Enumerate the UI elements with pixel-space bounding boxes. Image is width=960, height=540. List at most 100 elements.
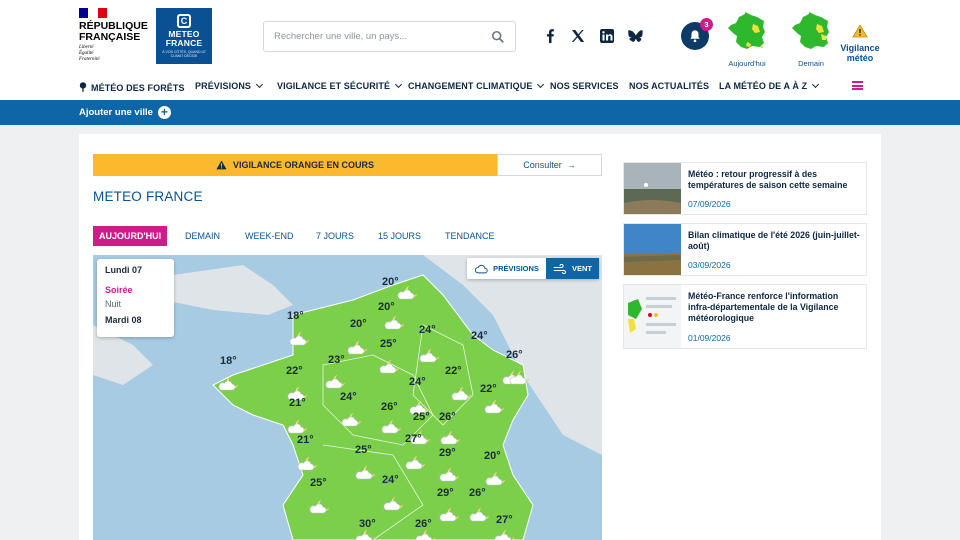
moon-cloud-icon	[439, 428, 463, 446]
tab-week-end[interactable]: WEEK-END	[239, 226, 300, 246]
nav-changement-climatique[interactable]: Changement climatique	[408, 80, 545, 91]
linkedin-icon[interactable]	[599, 28, 615, 44]
nav-previsions[interactable]: Prévisions	[195, 80, 264, 91]
temperature-label: 20°	[378, 301, 395, 313]
tab-demain[interactable]: DEMAIN	[179, 226, 226, 246]
temperature-label: 27°	[405, 433, 422, 445]
add-city-label: Ajouter une ville	[79, 107, 153, 118]
temperature-label: 20°	[484, 450, 501, 462]
wind-icon	[553, 263, 566, 274]
toggle-vent-button[interactable]: VENT	[546, 258, 599, 279]
moon-cloud-icon	[382, 494, 406, 512]
news-title: Météo-France renforce l'information infr…	[688, 291, 839, 323]
temperature-label: 20°	[382, 276, 399, 288]
day-label-tomorrow[interactable]: Mardi 08	[105, 315, 166, 325]
rf-motto: Liberté Égalité Fraternité	[79, 45, 100, 62]
vigilance-map-tomorrow-label: Demain	[798, 59, 824, 68]
nav-meteo-a-z[interactable]: La météo de A à Z	[719, 80, 820, 91]
news-date: 07/09/2026	[688, 199, 731, 209]
news-card-1[interactable]: Météo : retour progressif à des températ…	[623, 162, 867, 215]
news-date: 01/09/2026	[688, 333, 731, 343]
news-card-2[interactable]: Bilan climatique de l'été 2026 (juin-jui…	[623, 223, 867, 276]
facebook-icon[interactable]	[542, 28, 558, 44]
news-title: Météo : retour progressif à des températ…	[688, 169, 848, 190]
temperature-label: 24°	[409, 376, 426, 388]
period-nuit[interactable]: Nuit	[105, 299, 166, 309]
tree-icon	[79, 82, 87, 92]
vigilance-map-today-label: Aujourd'hui	[728, 59, 766, 68]
tab-7-jours[interactable]: 7 JOURS	[310, 226, 360, 246]
plus-icon: +	[157, 106, 171, 119]
mf-name: METEO FRANCE	[165, 29, 203, 48]
toggle-previsions-button[interactable]: PRÉVISIONS	[467, 258, 546, 279]
moon-cloud-icon	[483, 397, 507, 415]
search-box	[263, 21, 516, 52]
consult-button[interactable]: Consulter →	[497, 154, 602, 176]
chevron-down-icon	[255, 80, 264, 89]
temperature-label: 25°	[310, 477, 327, 489]
vigilance-meteo-link[interactable]: Vigilance météo	[836, 24, 884, 63]
search-input[interactable]	[264, 22, 474, 51]
hamburger-menu-icon[interactable]	[852, 81, 863, 90]
moon-cloud-icon	[438, 505, 462, 523]
tab-tendance[interactable]: TENDANCE	[439, 226, 501, 246]
temperature-label: 29°	[439, 447, 456, 459]
vigilance-map-tomorrow[interactable]	[787, 10, 835, 56]
temperature-label: 27°	[496, 514, 513, 526]
chevron-down-icon	[537, 80, 545, 89]
moon-cloud-icon	[468, 505, 492, 523]
news-thumbnail	[624, 163, 681, 214]
bluesky-icon[interactable]	[628, 28, 644, 44]
period-soiree[interactable]: Soirée	[105, 285, 166, 295]
temperature-label: 26°	[506, 349, 523, 361]
news-thumbnail	[624, 285, 681, 348]
temperature-label: 24°	[340, 391, 357, 403]
nav-vigilance-securite[interactable]: Vigilance et sécurité	[277, 80, 403, 91]
map-mode-toggle: PRÉVISIONS VENT	[467, 258, 599, 279]
vigilance-banner[interactable]: VIGILANCE ORANGE EN COURS	[93, 154, 497, 176]
nav-nos-services[interactable]: Nos services	[550, 81, 619, 91]
moon-cloud-icon	[484, 469, 508, 487]
temperature-label: 25°	[355, 444, 372, 456]
chevron-down-icon	[395, 80, 403, 89]
temperature-label: 29°	[437, 487, 454, 499]
nav-label: Nos services	[550, 81, 619, 91]
moon-cloud-icon	[508, 368, 532, 386]
notification-count-badge: 3	[700, 18, 713, 31]
temperature-label: 26°	[415, 518, 432, 530]
x-icon[interactable]	[570, 28, 586, 44]
add-city-button[interactable]: Ajouter une ville +	[79, 106, 171, 119]
chevron-down-icon	[812, 80, 820, 89]
nav-nos-actualites[interactable]: Nos actualités	[629, 81, 709, 91]
tab-aujourdhui[interactable]: AUJOURD'HUI	[93, 226, 168, 246]
cloud-icon	[474, 264, 488, 273]
news-date: 03/09/2026	[688, 260, 731, 270]
main-nav: Météo des forêts Prévisions Vigilance et…	[0, 74, 960, 99]
moon-cloud-icon	[396, 283, 420, 301]
temperature-label: 24°	[382, 474, 399, 486]
republique-francaise-logo[interactable]: République Française Liberté Égalité Frate…	[79, 8, 149, 68]
temperature-label: 26°	[469, 487, 486, 499]
arrow-right-icon: →	[566, 160, 576, 170]
temperature-label: 22°	[480, 383, 497, 395]
vigilance-map-today[interactable]	[723, 10, 771, 56]
news-card-3[interactable]: Météo-France renforce l'information infr…	[623, 284, 867, 349]
moon-cloud-icon	[324, 372, 348, 390]
moon-cloud-icon	[380, 417, 404, 435]
moon-cloud-icon	[296, 454, 320, 472]
temperature-label: 22°	[286, 365, 303, 377]
moon-cloud-icon	[378, 357, 402, 375]
warning-icon	[216, 160, 227, 170]
moon-cloud-icon	[450, 384, 474, 402]
warning-icon	[852, 24, 868, 38]
consult-label: Consulter	[523, 160, 562, 170]
tab-15-jours[interactable]: 15 JOURS	[372, 226, 427, 246]
temperature-label: 22°	[445, 365, 462, 377]
meteo-france-logo[interactable]: C METEO FRANCE À VOS CÔTÉS, QUAND LE CLI…	[156, 8, 212, 64]
temperature-label: 26°	[381, 401, 398, 413]
french-flag	[79, 8, 107, 18]
search-icon[interactable]	[491, 30, 505, 44]
moon-cloud-icon	[340, 410, 364, 428]
nav-meteo-des-forets[interactable]: Météo des forêts	[79, 81, 185, 93]
moon-cloud-icon	[308, 497, 332, 515]
